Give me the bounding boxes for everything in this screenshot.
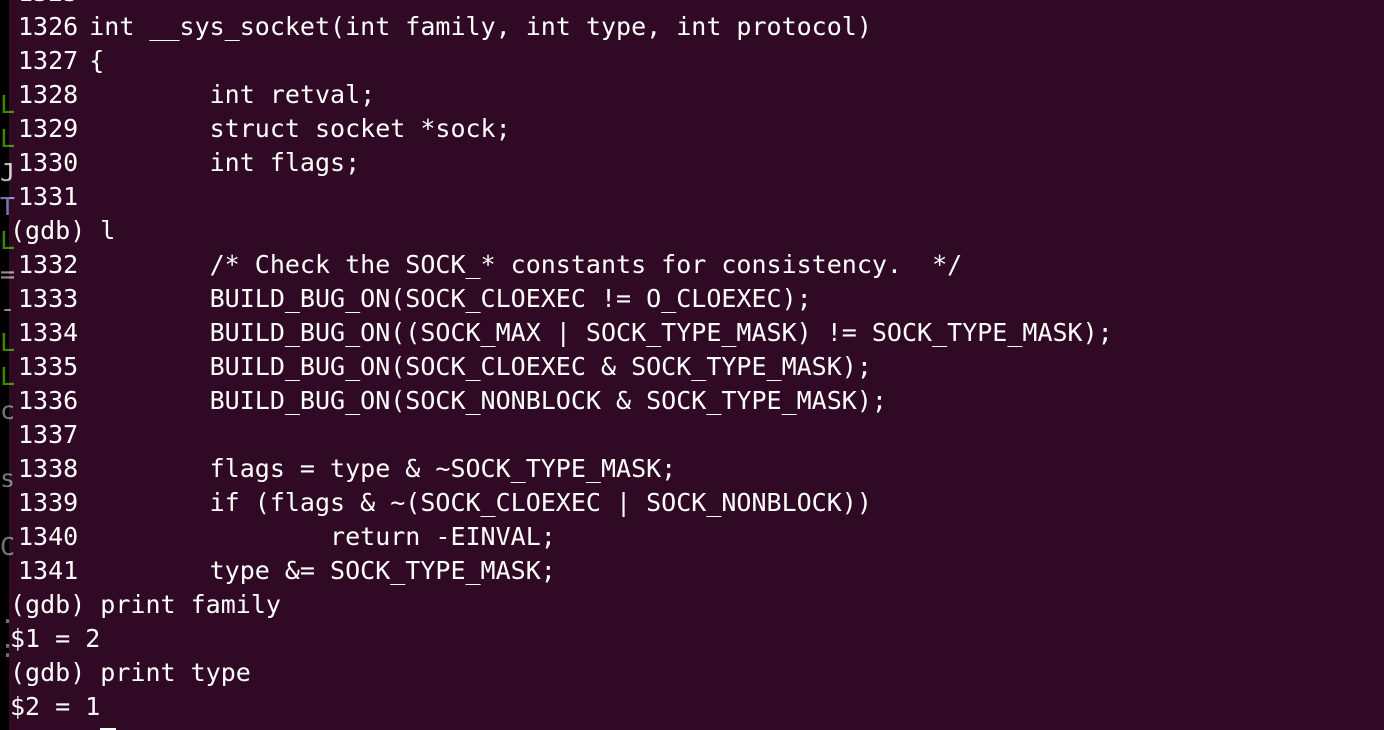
source-line: 1336 BUILD_BUG_ON(SOCK_NONBLOCK & SOCK_T…: [9, 384, 1384, 418]
source-line-code: type &= SOCK_TYPE_MASK;: [89, 556, 556, 585]
source-line-code: if (flags & ~(SOCK_CLOEXEC | SOCK_NONBLO…: [89, 488, 872, 517]
source-line-number: 1334: [18, 318, 79, 347]
source-line-code: BUILD_BUG_ON(SOCK_CLOEXEC != O_CLOEXEC);: [89, 284, 812, 313]
source-line: 1332 /* Check the SOCK_* constants for c…: [9, 248, 1384, 282]
background-window-glyph: L: [0, 328, 9, 357]
background-window[interactable]: LLJTL=-LLcsC.:: [0, 0, 9, 730]
source-line: 1337: [9, 418, 1384, 452]
source-line-code: [78, 182, 89, 211]
source-line: 1329 struct socket *sock;: [9, 112, 1384, 146]
source-line-number: 1330: [18, 148, 79, 177]
gdb-output-line: $1 = 2: [9, 622, 1384, 656]
source-line-number: 1327: [18, 46, 79, 75]
background-window-glyph: L: [0, 124, 9, 153]
background-window-glyph: L: [0, 226, 9, 255]
source-line-number: 1339: [18, 488, 79, 517]
gdb-prompt-line: (gdb) l: [9, 214, 1384, 248]
source-line: 1331: [9, 180, 1384, 214]
source-line: 1338 flags = type & ~SOCK_TYPE_MASK;: [9, 452, 1384, 486]
background-window-glyph: .: [0, 598, 9, 632]
source-line: 1326 int __sys_socket(int family, int typ…: [9, 10, 1384, 44]
source-line: 1341 type &= SOCK_TYPE_MASK;: [9, 554, 1384, 588]
source-line-code: {: [89, 46, 105, 75]
background-window-glyph: =: [0, 260, 9, 289]
background-window-glyph: :: [0, 632, 9, 666]
source-line-code: int flags;: [89, 148, 361, 177]
source-line-code: [78, 0, 89, 7]
gdb-active-prompt-line[interactable]: (gdb): [9, 724, 1384, 730]
gdb-output-line: $2 = 1: [9, 690, 1384, 724]
background-window-glyph: L: [0, 90, 9, 119]
source-line-code: int __sys_socket(int family, int type, i…: [89, 12, 872, 41]
source-line-number: 1329: [18, 114, 79, 143]
source-line-number: 1332: [18, 250, 79, 279]
source-line-number: 1336: [18, 386, 79, 415]
source-line: 1333 BUILD_BUG_ON(SOCK_CLOEXEC != O_CLOE…: [9, 282, 1384, 316]
gdb-output-text: $1 = 2: [10, 624, 101, 653]
source-line-code: int retval;: [89, 80, 376, 109]
background-window-glyph: -: [0, 292, 9, 326]
source-line-code: BUILD_BUG_ON(SOCK_CLOEXEC & SOCK_TYPE_MA…: [89, 352, 872, 381]
source-line-number: 1335: [18, 352, 79, 381]
source-line-code: BUILD_BUG_ON(SOCK_NONBLOCK & SOCK_TYPE_M…: [89, 386, 887, 415]
source-line-number: 1341: [18, 556, 79, 585]
source-line-code: return -EINVAL;: [89, 522, 556, 551]
background-window-glyph: c: [0, 396, 9, 425]
source-line: 1339 if (flags & ~(SOCK_CLOEXEC | SOCK_N…: [9, 486, 1384, 520]
background-window-glyph: J: [0, 158, 9, 187]
source-line-code: BUILD_BUG_ON((SOCK_MAX | SOCK_TYPE_MASK)…: [89, 318, 1113, 347]
terminal-screen-buffer[interactable]: 1325 1326 int __sys_socket(int family, int…: [9, 0, 1384, 730]
background-window-glyph: L: [0, 362, 9, 391]
source-line-code: flags = type & ~SOCK_TYPE_MASK;: [89, 454, 677, 483]
source-line-number: 1325: [9, 0, 78, 10]
source-line: 1325: [9, 0, 1384, 10]
source-line-number: 1326: [18, 12, 79, 41]
gdb-terminal-window[interactable]: LLJTL=-LLcsC.: 13251326int __sys_socket(…: [9, 0, 1384, 730]
gdb-prompt-line: (gdb) print family: [9, 588, 1384, 622]
source-line: 1335 BUILD_BUG_ON(SOCK_CLOEXEC & SOCK_TY…: [9, 350, 1384, 384]
source-line: 1330 int flags;: [9, 146, 1384, 180]
background-window-glyph: s: [0, 464, 9, 493]
source-line-number: 1337: [18, 420, 79, 449]
source-line-number: 1340: [18, 522, 79, 551]
gdb-prompt-line: (gdb) print type: [9, 656, 1384, 690]
gdb-output-text: $2 = 1: [10, 692, 101, 721]
source-line: 1340 return -EINVAL;: [9, 520, 1384, 554]
source-line-code: struct socket *sock;: [89, 114, 511, 143]
source-line-code: [78, 420, 89, 449]
source-line-number: 1328: [18, 80, 79, 109]
background-window-glyph: T: [0, 192, 9, 221]
source-line-code: /* Check the SOCK_* constants for consis…: [89, 250, 963, 279]
source-line: 1328 int retval;: [9, 78, 1384, 112]
source-line-number: 1333: [18, 284, 79, 313]
source-line: 1334 BUILD_BUG_ON((SOCK_MAX | SOCK_TYPE_…: [9, 316, 1384, 350]
source-line-number: 1338: [18, 454, 79, 483]
gdb-command-text: (gdb) print type: [10, 658, 251, 687]
background-window-glyph: C: [0, 532, 9, 561]
source-line: 1327 {: [9, 44, 1384, 78]
gdb-command-text: (gdb) l: [10, 216, 116, 245]
source-line-number: 1331: [18, 182, 79, 211]
gdb-prompt-label: (gdb): [10, 726, 100, 730]
gdb-command-text: (gdb) print family: [10, 590, 281, 619]
